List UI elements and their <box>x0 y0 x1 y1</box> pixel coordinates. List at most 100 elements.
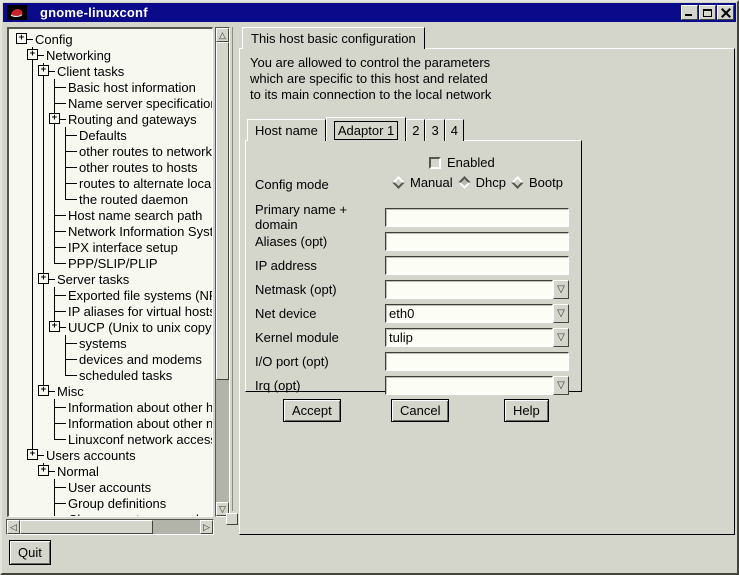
tab-3[interactable]: 3 <box>425 119 444 141</box>
tree-guide <box>16 127 27 143</box>
tree-guide <box>27 79 38 95</box>
tree-expander-icon[interactable]: + <box>27 449 38 460</box>
tree-guide <box>16 111 27 127</box>
cancel-button[interactable]: Cancel <box>391 399 449 422</box>
tree-item[interactable]: systems <box>9 335 212 351</box>
radio-dhcp[interactable]: Dhcp <box>458 175 506 190</box>
maximize-button[interactable] <box>699 5 716 20</box>
minimize-button[interactable] <box>681 5 698 20</box>
tab-2[interactable]: 2 <box>406 119 425 141</box>
tree-guide <box>38 79 49 95</box>
scroll-up-button[interactable]: △ <box>216 28 229 42</box>
tree-item[interactable]: PPP/SLIP/PLIP <box>9 255 212 271</box>
netmask-opt-dropdown-button[interactable]: ▽ <box>553 280 569 299</box>
scroll-right-button[interactable]: ▷ <box>200 520 213 534</box>
i-o-port-opt-input[interactable] <box>385 352 569 371</box>
tab-adaptor-1[interactable]: Adaptor 1 <box>326 117 406 141</box>
help-button[interactable]: Help <box>504 399 549 422</box>
tree-guide <box>49 335 60 351</box>
tree-guide <box>16 223 27 239</box>
tree-item[interactable]: Information about other host <box>9 399 212 415</box>
tree-expander-icon[interactable]: + <box>38 273 49 284</box>
window-title: gnome-linuxconf <box>40 5 148 20</box>
tree-expander-icon[interactable]: + <box>16 33 27 44</box>
tree-item[interactable]: +Config <box>9 31 212 47</box>
tree-connector <box>49 431 60 447</box>
tree-guide <box>38 223 49 239</box>
accept-button[interactable]: Accept <box>283 399 341 422</box>
tree-vertical-scrollbar[interactable]: △ ▽ <box>215 27 230 517</box>
tree-item[interactable]: routes to alternate local ne <box>9 175 212 191</box>
kernel-module-dropdown-button[interactable]: ▽ <box>553 328 569 347</box>
net-device-dropdown-button[interactable]: ▽ <box>553 304 569 323</box>
tree-item[interactable]: other routes to networks <box>9 143 212 159</box>
tree-item[interactable]: +Misc <box>9 383 212 399</box>
aliases-opt-input[interactable] <box>385 232 569 251</box>
tree-expander-icon[interactable]: + <box>38 385 49 396</box>
tree-item[interactable]: Basic host information <box>9 79 212 95</box>
tree-item[interactable]: Name server specification ( <box>9 95 212 111</box>
tree-guide <box>16 47 27 63</box>
tree-connector <box>60 367 71 383</box>
tree-expander-icon[interactable]: + <box>49 321 60 332</box>
tree-item[interactable]: +UUCP (Unix to unix copy) <box>9 319 212 335</box>
tree-item[interactable]: +Normal <box>9 463 212 479</box>
tree-item[interactable]: +Networking <box>9 47 212 63</box>
tree-item[interactable]: +Client tasks <box>9 63 212 79</box>
tree-item[interactable]: other routes to hosts <box>9 159 212 175</box>
tree-item[interactable]: IP aliases for virtual hosts <box>9 303 212 319</box>
pane-resize-handle[interactable] <box>226 513 238 525</box>
tree-connector <box>49 479 60 495</box>
tree-item[interactable]: Defaults <box>9 127 212 143</box>
horizontal-scroll-thumb[interactable] <box>20 520 153 534</box>
tree-horizontal-scrollbar[interactable]: ◁ ▷ <box>6 519 214 535</box>
tree-item[interactable]: Linuxconf network access <box>9 431 212 447</box>
tree-item[interactable]: devices and modems <box>9 351 212 367</box>
tab-4[interactable]: 4 <box>445 119 464 141</box>
tree-connector <box>60 143 71 159</box>
tree-item[interactable]: +Users accounts <box>9 447 212 463</box>
irq-opt-input[interactable] <box>385 376 553 395</box>
tree-expander-icon[interactable]: + <box>27 49 38 60</box>
tree-item[interactable]: the routed daemon <box>9 191 212 207</box>
tree-item[interactable]: Change root password <box>9 511 212 517</box>
tree-expander-icon[interactable]: + <box>38 65 49 76</box>
radio-diamond-icon <box>511 176 524 189</box>
netmask-opt-input[interactable] <box>385 280 553 299</box>
radio-manual[interactable]: Manual <box>392 175 453 190</box>
tree-item[interactable]: IPX interface setup <box>9 239 212 255</box>
tree-item[interactable]: User accounts <box>9 479 212 495</box>
quit-button[interactable]: Quit <box>9 540 51 565</box>
ip-address-input[interactable] <box>385 256 569 275</box>
tree-connector <box>60 175 71 191</box>
tab-host-name[interactable]: Host name <box>247 119 326 141</box>
close-button[interactable] <box>717 5 734 20</box>
tree-item[interactable]: Host name search path <box>9 207 212 223</box>
tree-guide <box>27 367 38 383</box>
tree-expander-icon[interactable]: + <box>49 113 60 124</box>
tree-connector: + <box>27 47 38 63</box>
kernel-module-input[interactable] <box>385 328 553 347</box>
primary-name-domain-input[interactable] <box>385 208 569 227</box>
tree-item[interactable]: Information about other netw <box>9 415 212 431</box>
vertical-scroll-thumb[interactable] <box>216 42 229 380</box>
tree-item[interactable]: +Routing and gateways <box>9 111 212 127</box>
tree-item-label: Linuxconf network access <box>66 432 213 447</box>
tree-connector: + <box>49 111 60 127</box>
tree-item-label: User accounts <box>66 480 151 495</box>
tree-item[interactable]: scheduled tasks <box>9 367 212 383</box>
tab-this-host-basic-configuration[interactable]: This host basic configuration <box>242 27 425 49</box>
tree-item[interactable]: Network Information System <box>9 223 212 239</box>
irq-opt-dropdown-button[interactable]: ▽ <box>553 376 569 395</box>
tree-item[interactable]: Group definitions <box>9 495 212 511</box>
tree-guide <box>16 191 27 207</box>
scroll-left-button[interactable]: ◁ <box>7 520 20 534</box>
tree-item[interactable]: Exported file systems (NFS) <box>9 287 212 303</box>
tree-expander-icon[interactable]: + <box>38 465 49 476</box>
tree-item[interactable]: +Server tasks <box>9 271 212 287</box>
net-device-input[interactable] <box>385 304 553 323</box>
enabled-checkbox[interactable] <box>429 157 441 169</box>
radio-bootp[interactable]: Bootp <box>511 175 563 190</box>
tree-guide <box>38 415 49 431</box>
titlebar[interactable]: gnome-linuxconf <box>3 3 736 22</box>
